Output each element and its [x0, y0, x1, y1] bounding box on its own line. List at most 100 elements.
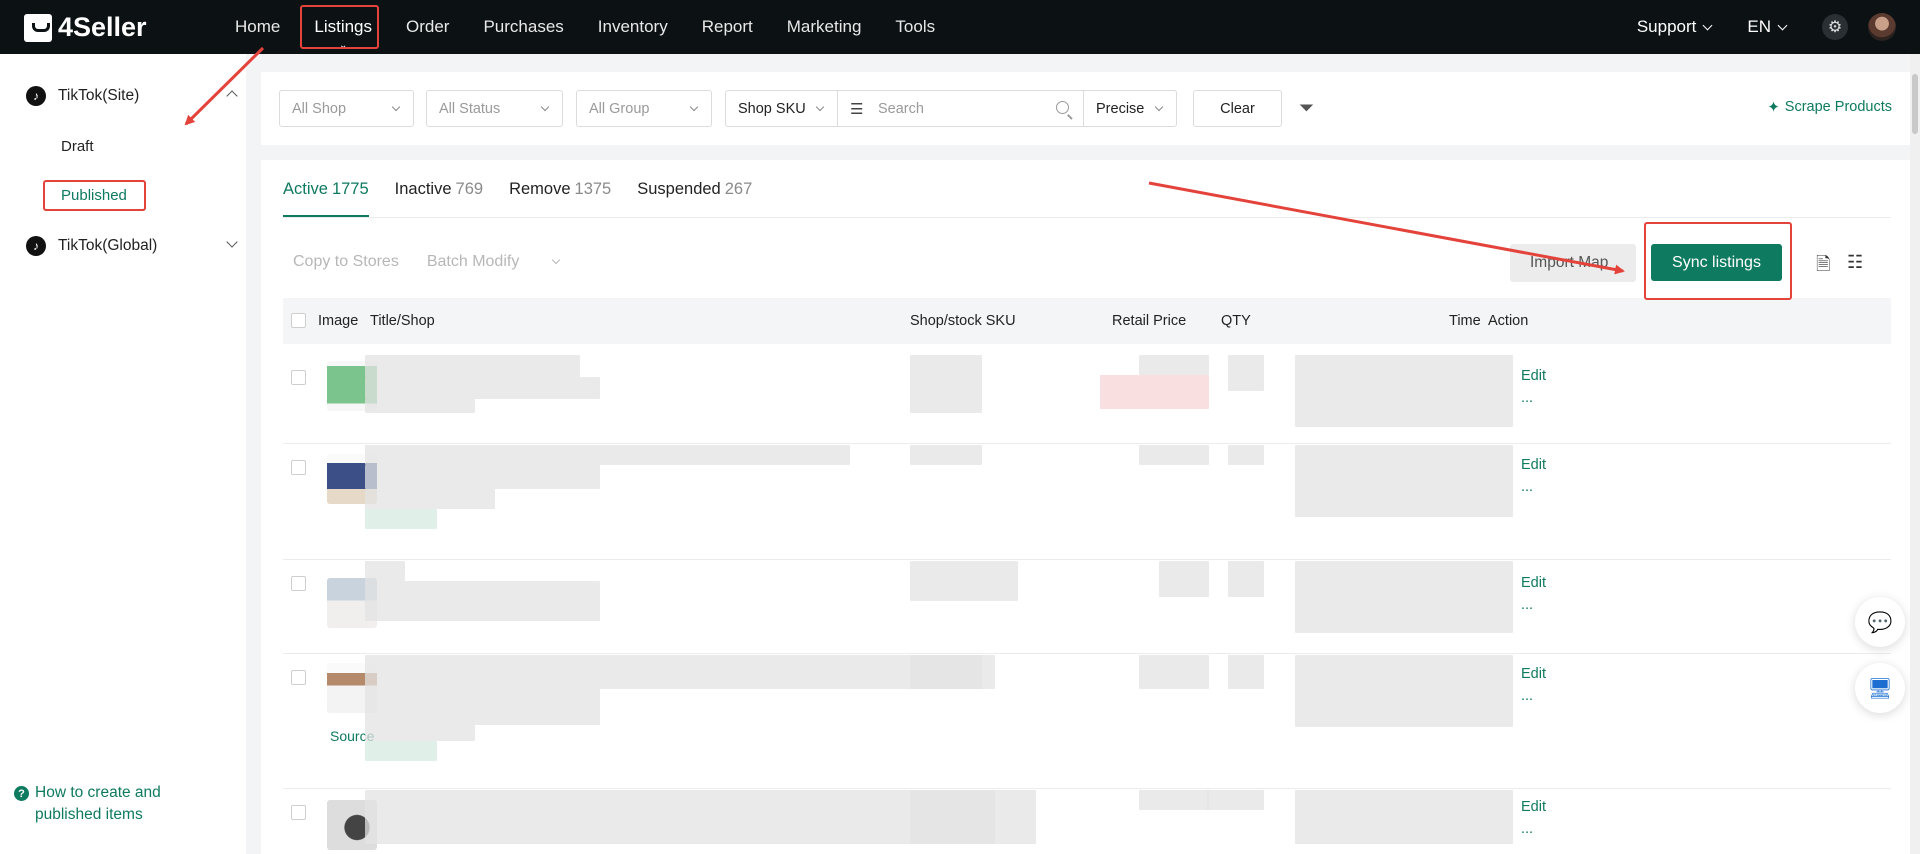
tab-active[interactable]: Active 1775 — [283, 180, 369, 217]
clear-button[interactable]: Clear — [1193, 90, 1282, 127]
scrape-products-link[interactable]: ✦ Scrape Products — [1767, 98, 1892, 116]
chevron-down-icon — [1154, 102, 1164, 112]
settings-gear-icon[interactable]: ⚙ — [1822, 14, 1848, 40]
page-scrollbar[interactable] — [1910, 54, 1920, 854]
search-icon[interactable] — [1056, 101, 1069, 114]
import-map-button[interactable]: Import Map — [1510, 244, 1636, 282]
sidebar-group-tiktok-global[interactable]: ♪ TikTok(Global) — [26, 236, 238, 256]
redacted-price — [1139, 655, 1209, 689]
help-text: How to create and published items — [35, 782, 161, 826]
nav-purchases[interactable]: Purchases — [483, 17, 563, 37]
batch-modify-menu[interactable]: Batch Modify — [427, 253, 587, 271]
nav-marketing[interactable]: Marketing — [787, 17, 862, 37]
sparkle-icon: ✦ — [1767, 99, 1780, 116]
redacted-qty — [1228, 561, 1264, 597]
scrollbar-thumb[interactable] — [1912, 74, 1918, 134]
support-menu[interactable]: Support — [1637, 17, 1713, 37]
sku-type-value: Shop SKU — [738, 100, 806, 117]
scrape-label: Scrape Products — [1784, 99, 1892, 115]
status-select-value: All Status — [439, 100, 501, 117]
nav-report[interactable]: Report — [702, 17, 753, 37]
select-all-checkbox[interactable] — [291, 313, 306, 328]
nav-order[interactable]: Order — [406, 17, 449, 37]
column-time: Time — [1449, 313, 1481, 329]
edit-link[interactable]: Edit — [1521, 457, 1546, 473]
bulk-toolbar: Copy to Stores Batch Modify — [293, 253, 615, 271]
redacted-text — [365, 725, 475, 741]
tab-count: 1775 — [331, 180, 369, 198]
nav-inventory[interactable]: Inventory — [598, 17, 668, 37]
edit-link[interactable]: Edit — [1521, 799, 1546, 815]
redacted-time — [1295, 561, 1513, 633]
redacted-time — [1295, 355, 1513, 427]
export-icon[interactable]: 🗎 — [1816, 252, 1830, 282]
more-actions-link[interactable]: ... — [1521, 821, 1533, 837]
redacted-time — [1295, 790, 1513, 844]
sidebar-item-draft[interactable]: Draft — [61, 138, 94, 155]
match-mode-select[interactable]: Precise — [1083, 90, 1177, 127]
row-actions: Edit... — [1521, 572, 1546, 616]
more-actions-link[interactable]: ... — [1521, 479, 1533, 495]
chevron-down-icon — [689, 102, 699, 112]
chat-support-icon[interactable]: 💬 — [1855, 597, 1905, 647]
redacted-shop — [365, 689, 600, 725]
column-title-shop: Title/Shop — [370, 313, 435, 329]
language-menu[interactable]: EN — [1747, 17, 1788, 37]
redacted-price — [1139, 790, 1209, 810]
redacted-qty — [1228, 655, 1264, 689]
sku-type-select[interactable]: Shop SKU — [725, 90, 838, 127]
more-actions-link[interactable]: ... — [1521, 390, 1533, 406]
search-placeholder: Search — [878, 100, 924, 117]
column-sku: Shop/stock SKU — [910, 313, 1016, 329]
tab-remove[interactable]: Remove 1375 — [509, 180, 611, 217]
tab-inactive[interactable]: Inactive 769 — [395, 180, 483, 217]
tab-label: Inactive — [394, 180, 452, 198]
filter-funnel-icon[interactable]: ⏷ — [1299, 98, 1314, 120]
row-actions: Edit... — [1521, 365, 1546, 409]
redacted-title — [365, 561, 405, 581]
row-checkbox[interactable] — [291, 370, 306, 385]
brand-name: 4Seller — [58, 12, 147, 42]
status-select[interactable]: All Status — [426, 90, 563, 127]
sidebar-group-tiktok-site[interactable]: ♪ TikTok(Site) — [26, 86, 238, 106]
shop-select[interactable]: All Shop — [279, 90, 414, 127]
app-logo[interactable]: 4Seller — [24, 12, 147, 43]
redacted-shop — [365, 377, 600, 399]
table-row: Edit... — [283, 561, 1891, 654]
search-list-icon: ☰ — [850, 101, 864, 118]
chevron-down-icon — [1777, 20, 1788, 30]
search-input[interactable]: ☰ Search — [837, 90, 1084, 127]
nav-home[interactable]: Home — [235, 17, 280, 37]
nav-tools[interactable]: Tools — [895, 17, 935, 37]
redacted-sku — [910, 445, 982, 465]
chevron-up-icon[interactable] — [226, 90, 238, 102]
chevron-down-icon — [552, 255, 561, 265]
group-select[interactable]: All Group — [576, 90, 712, 127]
row-checkbox[interactable] — [291, 460, 306, 475]
help-line-2: published items — [35, 806, 143, 823]
redacted-shop — [365, 465, 600, 489]
redacted-price — [1139, 445, 1209, 465]
edit-link[interactable]: Edit — [1521, 575, 1546, 591]
chevron-down-icon[interactable] — [226, 236, 238, 248]
edit-link[interactable]: Edit — [1521, 666, 1546, 682]
tab-count: 267 — [724, 180, 753, 198]
more-actions-link[interactable]: ... — [1521, 688, 1533, 704]
row-checkbox[interactable] — [291, 670, 306, 685]
tutorial-video-icon[interactable]: 🖥 — [1855, 663, 1905, 713]
tab-suspended[interactable]: Suspended 267 — [637, 180, 752, 217]
redacted-qty — [1228, 445, 1264, 465]
more-actions-link[interactable]: ... — [1521, 597, 1533, 613]
redacted-text — [365, 489, 495, 509]
copy-to-stores-button[interactable]: Copy to Stores — [293, 253, 399, 271]
row-actions: Edit... — [1521, 796, 1546, 840]
help-link[interactable]: ? How to create and published items — [14, 782, 161, 826]
column-settings-icon[interactable]: ☷ — [1847, 252, 1863, 273]
edit-link[interactable]: Edit — [1521, 368, 1546, 384]
avatar[interactable] — [1868, 13, 1896, 41]
sidebar-group-label: TikTok(Global) — [58, 237, 158, 254]
row-checkbox[interactable] — [291, 576, 306, 591]
status-tabs: Active 1775 Inactive 769 Remove 1375 Suspen… — [283, 180, 778, 217]
row-checkbox[interactable] — [291, 805, 306, 820]
redacted-tag — [365, 509, 437, 529]
